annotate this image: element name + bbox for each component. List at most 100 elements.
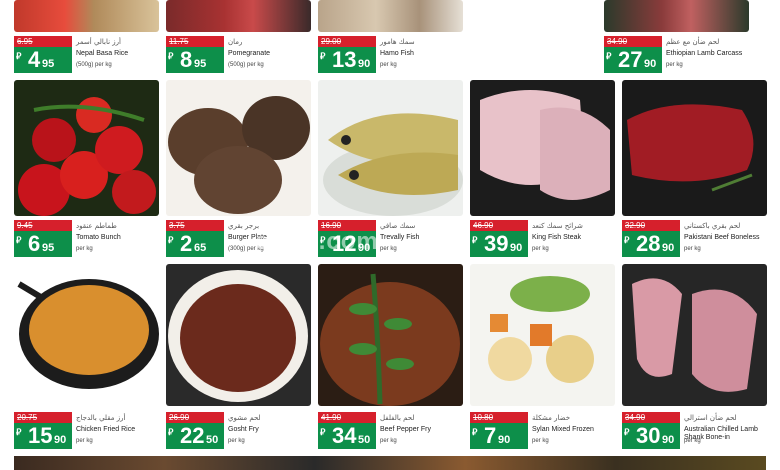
product-cell[interactable]: 9.45 ⃃ 6 95 طماطم عنقود Tomato Bunch per k…: [14, 80, 159, 260]
product-image: [318, 0, 463, 32]
old-price: 3.75: [166, 220, 224, 231]
old-price: 6.95: [14, 36, 72, 47]
old-price: 26.90: [166, 412, 224, 423]
product-unit: per kg: [380, 246, 397, 252]
product-name-ar: سمك صافي: [380, 222, 416, 230]
product-unit: (500g) per kg: [76, 62, 112, 68]
product-name: Trevally Fish: [380, 234, 420, 241]
tomato-image: [18, 97, 156, 216]
product-name-ar: أرز مقلي بالدجاج: [76, 414, 126, 422]
old-price: 46.90: [470, 220, 528, 231]
product-name: Gosht Fry: [228, 426, 259, 433]
product-name-ar: لحم ضأن استرالي: [684, 414, 737, 422]
product-image: [14, 80, 159, 216]
product-image: [14, 0, 159, 32]
fried-rice-image: [17, 279, 159, 389]
new-price: ⃃ 6 95: [14, 231, 72, 257]
product-unit: per kg: [684, 438, 701, 444]
new-price: ⃃ 28 90: [622, 231, 680, 257]
old-price: 9.45: [14, 220, 72, 231]
product-name: Sylan Mixed Frozen: [532, 426, 594, 433]
product-image: [318, 80, 463, 216]
beef-pepper-fry-image: [320, 273, 460, 406]
new-price: ⃃ 2 65: [166, 231, 224, 257]
fish-image: [323, 113, 463, 216]
product-image: [166, 264, 311, 406]
old-price: 34.90: [622, 412, 680, 423]
product-image: [622, 80, 767, 216]
product-cell[interactable]: 41.90 ⃃ 34 50 لحم بالفلفل Beef Pepper Fry …: [318, 264, 463, 452]
product-unit: per kg: [532, 246, 549, 252]
product-name-ar: لحم ضأن مع عظم: [666, 38, 720, 46]
old-price: 41.90: [318, 412, 376, 423]
product-name: Pomegranate: [228, 50, 271, 57]
product-image: [166, 80, 311, 216]
product-cell[interactable]: 34.90 ⃃ 27 90 لحم ضأن مع عظم Ethiopian Lam…: [604, 0, 749, 76]
product-unit: per kg: [76, 438, 93, 444]
product-cell[interactable]: 10.80 ⃃ 7 90 خضار مشكلة Sylan Mixed Frozen…: [470, 264, 615, 452]
product-unit: per kg: [76, 246, 93, 252]
product-name-ar: لحم مشوي: [228, 414, 261, 422]
product-name-ar: رمان: [228, 38, 243, 46]
product-unit: per kg: [532, 438, 549, 444]
product-name-ar: سمك هامور: [380, 38, 415, 46]
product-cell[interactable]: 32.90 ⃃ 28 90 لحم بقري باكستاني Pakistani …: [622, 80, 767, 260]
bottom-row-partial: [14, 456, 766, 470]
product-unit: (500g) per kg: [228, 62, 264, 68]
product-cell[interactable]: 34.90 ⃃ 30 90 لحم ضأن استرالي Australian C…: [622, 264, 767, 452]
old-price: 32.90: [622, 220, 680, 231]
product-unit: per kg: [228, 438, 245, 444]
product-name-ar: لحم بقري باكستاني: [684, 222, 741, 230]
new-price: ⃃ 39 90: [470, 231, 528, 257]
lamb-shank-image: [632, 278, 757, 392]
product-image: [470, 80, 615, 216]
new-price: ⃃ 22 50: [166, 423, 224, 449]
product-name: Chicken Fried Rice: [76, 426, 136, 433]
product-cell[interactable]: 6.95 ⃃ 4 95 أرز نابالي أسمر Nepal Basa Ric…: [14, 0, 159, 76]
old-price: 20.75: [14, 412, 72, 423]
kingfish-steak-image: [480, 90, 610, 200]
product-name: Nepal Basa Rice: [76, 50, 129, 57]
new-price: ⃃ 13 90: [318, 47, 376, 73]
product-cell[interactable]: 26.90 ⃃ 22 50 لحم مشوي Gosht Fry per kg: [166, 264, 311, 452]
old-price: 34.90: [604, 36, 662, 47]
beef-image: [627, 104, 754, 192]
old-price: 10.80: [470, 412, 528, 423]
new-price: ⃃ 15 90: [14, 423, 72, 449]
burger-image: [168, 96, 310, 214]
watermark: elCat.com: [255, 228, 379, 255]
product-image: [318, 264, 463, 406]
new-price: ⃃ 27 90: [604, 47, 662, 73]
product-name-ar: خضار مشكلة: [532, 414, 571, 422]
product-cell[interactable]: 29.00 ⃃ 13 90 سمك هامور Hamo Fish per kg: [318, 0, 463, 76]
old-price: 11.75: [166, 36, 224, 47]
product-cell[interactable]: 20.75 ⃃ 15 90 أرز مقلي بالدجاج Chicken Fri…: [14, 264, 159, 452]
product-name: Tomato Bunch: [76, 234, 121, 241]
product-name-ar: طماطم عنقود: [76, 222, 117, 230]
product-name: Pakistani Beef Boneless: [684, 234, 760, 241]
mixed-vegetables-image: [488, 276, 594, 383]
product-name: Beef Pepper Fry: [380, 426, 431, 433]
new-price: ⃃ 34 50: [318, 423, 376, 449]
product-unit: per kg: [380, 438, 397, 444]
product-cell[interactable]: 46.90 ⃃ 39 90 شرائح سمك كنعد King Fish Ste…: [470, 80, 615, 260]
gosht-fry-image: [168, 270, 308, 402]
product-name-ar: أرز نابالي أسمر: [76, 38, 122, 46]
product-name-ar: شرائح سمك كنعد: [532, 222, 583, 230]
product-image: [166, 0, 311, 32]
product-image: [14, 264, 159, 406]
new-price: ⃃ 4 95: [14, 47, 72, 73]
product-cell[interactable]: 11.75 ⃃ 8 95 رمان Pomegranate (500g) per k…: [166, 0, 311, 76]
product-image: [470, 264, 615, 406]
new-price: ⃃ 30 90: [622, 423, 680, 449]
product-image: [604, 0, 749, 32]
new-price: ⃃ 8 95: [166, 47, 224, 73]
new-price: ⃃ 7 90: [470, 423, 528, 449]
product-name: Ethiopian Lamb Carcass: [666, 50, 743, 57]
product-name: Hamo Fish: [380, 50, 414, 57]
product-unit: per kg: [380, 62, 397, 68]
product-unit: per kg: [684, 246, 701, 252]
product-image: [622, 264, 767, 406]
product-unit: per kg: [666, 62, 683, 68]
product-name: King Fish Steak: [532, 234, 582, 241]
